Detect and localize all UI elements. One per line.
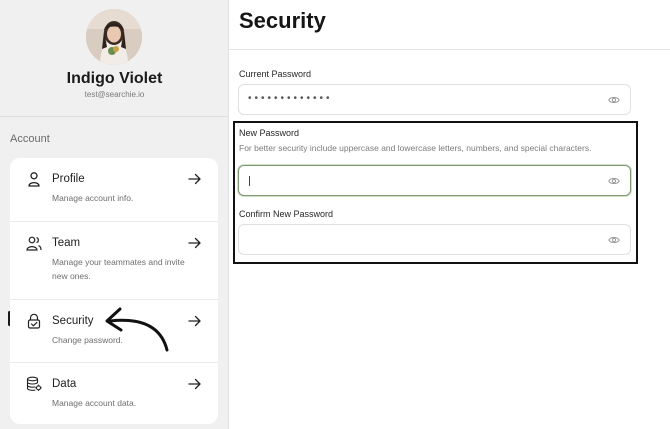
current-password-label: Current Password <box>239 69 312 79</box>
database-icon <box>26 376 42 391</box>
arrow-right-icon <box>188 173 201 185</box>
avatar[interactable] <box>86 9 142 65</box>
sidebar-item-label: Data <box>52 378 77 390</box>
sidebar-item-description: Manage account data. <box>52 398 137 408</box>
current-password-field[interactable]: ••••••••••••• <box>238 84 631 115</box>
account-nav: Profile Manage account info. Team Manage… <box>10 158 218 424</box>
arrow-right-icon <box>188 237 201 249</box>
header-divider <box>229 49 670 50</box>
annotation-highlight-box <box>233 121 638 264</box>
user-email: test@searchie.io <box>84 90 145 99</box>
sidebar-item-label: Security <box>52 315 94 327</box>
sidebar: Indigo Violet test@searchie.io Account P… <box>0 0 229 429</box>
user-name: Indigo Violet <box>66 70 163 87</box>
users-icon <box>26 236 42 251</box>
sidebar-item-description: Manage your teammates and invite new one… <box>52 257 185 281</box>
current-password-value: ••••••••••••• <box>248 93 333 104</box>
arrow-right-icon <box>188 315 201 327</box>
person-icon <box>28 172 40 187</box>
annotation-arrow-icon <box>105 307 169 352</box>
avatar-photo <box>86 9 142 65</box>
sidebar-item-label: Team <box>52 237 81 249</box>
sidebar-item-label: Profile <box>52 173 85 185</box>
sidebar-item-team[interactable]: Team Manage your teammates and invite ne… <box>10 221 218 299</box>
eye-icon[interactable] <box>608 95 620 105</box>
sidebar-divider <box>0 116 229 117</box>
sidebar-item-description: Manage account info. <box>52 193 134 203</box>
page-title: Security <box>239 8 326 33</box>
sidebar-item-profile[interactable]: Profile Manage account info. <box>10 158 218 221</box>
lock-check-icon <box>27 313 41 329</box>
sidebar-item-data[interactable]: Data Manage account data. <box>10 362 218 424</box>
sidebar-section-label: Account <box>10 133 50 145</box>
arrow-right-icon <box>188 378 201 390</box>
